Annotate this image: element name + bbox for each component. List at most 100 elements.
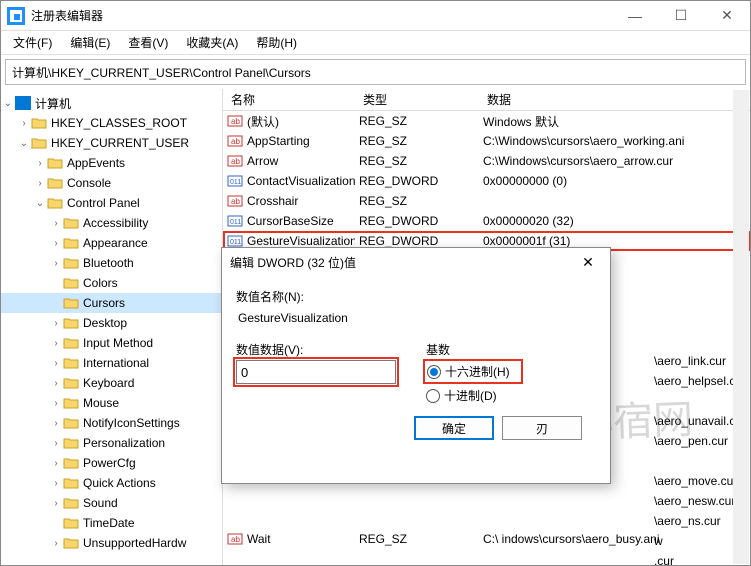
tree-label: TimeDate bbox=[83, 516, 135, 530]
dword-value-icon: 011 bbox=[227, 214, 243, 228]
menu-help[interactable]: 帮助(H) bbox=[248, 32, 305, 53]
expand-icon[interactable]: › bbox=[49, 258, 63, 269]
tree-item[interactable]: ›Colors bbox=[1, 273, 222, 293]
minimize-button[interactable]: — bbox=[612, 1, 658, 31]
list-item[interactable]: 011CursorBaseSizeREG_DWORD0x00000020 (32… bbox=[223, 211, 750, 231]
expand-icon[interactable]: › bbox=[49, 358, 63, 369]
list-item[interactable]: abAppStartingREG_SZC:\Windows\cursors\ae… bbox=[223, 131, 750, 151]
svg-text:ab: ab bbox=[231, 197, 240, 206]
expand-icon[interactable]: › bbox=[49, 418, 63, 429]
vertical-scrollbar[interactable] bbox=[733, 90, 749, 564]
tree-label: Console bbox=[67, 176, 111, 190]
ok-button[interactable]: 确定 bbox=[414, 416, 494, 440]
collapse-icon[interactable]: ⌄ bbox=[33, 198, 47, 209]
collapse-icon[interactable]: ⌄ bbox=[17, 138, 31, 149]
value-type: REG_SZ bbox=[355, 154, 479, 168]
tree-label: HKEY_CLASSES_ROOT bbox=[51, 116, 187, 130]
expand-icon[interactable]: › bbox=[49, 458, 63, 469]
cancel-button[interactable]: 刃 bbox=[502, 416, 582, 440]
folder-icon bbox=[63, 396, 79, 410]
tree-label: Cursors bbox=[83, 296, 125, 310]
close-button[interactable]: ✕ bbox=[704, 1, 750, 31]
svg-text:011: 011 bbox=[230, 179, 241, 186]
tree-item[interactable]: ›Mouse bbox=[1, 393, 222, 413]
list-item[interactable]: ab(默认)REG_SZWindows 默认 bbox=[223, 111, 750, 131]
titlebar[interactable]: 注册表编辑器 — ☐ ✕ bbox=[1, 1, 750, 31]
col-data[interactable]: 数据 bbox=[479, 91, 750, 108]
expand-icon[interactable]: › bbox=[49, 398, 63, 409]
col-type[interactable]: 类型 bbox=[355, 91, 479, 108]
value-data-input[interactable] bbox=[236, 360, 396, 384]
tree-item[interactable]: ›International bbox=[1, 353, 222, 373]
list-item[interactable]: abArrowREG_SZC:\Windows\cursors\aero_arr… bbox=[223, 151, 750, 171]
expand-icon[interactable]: › bbox=[49, 218, 63, 229]
expand-icon[interactable]: › bbox=[49, 538, 63, 549]
value-data-label: 数值数据(V): bbox=[236, 341, 406, 358]
value-type: REG_DWORD bbox=[355, 214, 479, 228]
expand-icon[interactable]: › bbox=[49, 378, 63, 389]
expand-icon[interactable]: › bbox=[49, 338, 63, 349]
tree-item[interactable]: ›Bluetooth bbox=[1, 253, 222, 273]
expand-icon[interactable]: › bbox=[33, 158, 47, 169]
folder-icon bbox=[63, 416, 79, 430]
value-data: C:\ indows\cursors\aero_busy.ani bbox=[479, 532, 750, 546]
tree-item[interactable]: ›Keyboard bbox=[1, 373, 222, 393]
expand-icon[interactable]: › bbox=[33, 178, 47, 189]
menu-favorites[interactable]: 收藏夹(A) bbox=[178, 32, 246, 53]
tree-pane[interactable]: ⌄ 计算机 › HKEY_CLASSES_ROOT ⌄ HKEY_CURRENT… bbox=[1, 89, 223, 565]
list-item[interactable]: 011ContactVisualizationREG_DWORD0x000000… bbox=[223, 171, 750, 191]
tree-item[interactable]: ›Personalization bbox=[1, 433, 222, 453]
tree-label: NotifyIconSettings bbox=[83, 416, 180, 430]
list-item[interactable]: ab Wait REG_SZ C:\ indows\cursors\aero_b… bbox=[223, 529, 750, 549]
tree-hkcr[interactable]: › HKEY_CLASSES_ROOT bbox=[1, 113, 222, 133]
folder-icon bbox=[47, 156, 63, 170]
folder-icon bbox=[63, 436, 79, 450]
tree-hkcu[interactable]: ⌄ HKEY_CURRENT_USER bbox=[1, 133, 222, 153]
value-list[interactable]: ab(默认)REG_SZWindows 默认abAppStartingREG_S… bbox=[223, 111, 750, 251]
tree-item[interactable]: ›Desktop bbox=[1, 313, 222, 333]
list-item[interactable]: abCrosshairREG_SZ bbox=[223, 191, 750, 211]
value-name: CursorBaseSize bbox=[247, 214, 334, 228]
folder-icon bbox=[63, 336, 79, 350]
collapse-icon[interactable]: ⌄ bbox=[1, 98, 15, 109]
radio-hex[interactable]: 十六进制(H) bbox=[426, 362, 520, 381]
menu-file[interactable]: 文件(F) bbox=[5, 32, 60, 53]
expand-icon[interactable]: › bbox=[49, 438, 63, 449]
menu-bar: 文件(F) 编辑(E) 查看(V) 收藏夹(A) 帮助(H) bbox=[1, 31, 750, 55]
tree-item[interactable]: ›PowerCfg bbox=[1, 453, 222, 473]
tree-item[interactable]: ›Cursors bbox=[1, 293, 222, 313]
tree-item[interactable]: ›Sound bbox=[1, 493, 222, 513]
dialog-close-button[interactable]: ✕ bbox=[574, 248, 602, 276]
menu-view[interactable]: 查看(V) bbox=[120, 32, 176, 53]
expand-icon[interactable]: › bbox=[49, 238, 63, 249]
svg-text:ab: ab bbox=[231, 157, 240, 166]
col-name[interactable]: 名称 bbox=[223, 91, 355, 108]
tree-appevents[interactable]: › AppEvents bbox=[1, 153, 222, 173]
menu-edit[interactable]: 编辑(E) bbox=[62, 32, 118, 53]
expand-icon[interactable]: › bbox=[17, 118, 31, 129]
expand-icon[interactable]: › bbox=[49, 478, 63, 489]
tree-item[interactable]: ›UnsupportedHardw bbox=[1, 533, 222, 553]
dialog-titlebar[interactable]: 编辑 DWORD (32 位)值 ✕ bbox=[222, 248, 610, 276]
maximize-button[interactable]: ☐ bbox=[658, 1, 704, 31]
tree-controlpanel[interactable]: ⌄ Control Panel bbox=[1, 193, 222, 213]
radio-icon bbox=[427, 365, 441, 379]
radio-dec[interactable]: 十进制(D) bbox=[426, 387, 596, 404]
edit-dword-dialog: 编辑 DWORD (32 位)值 ✕ 数值名称(N): GestureVisua… bbox=[221, 247, 611, 484]
tree-console[interactable]: › Console bbox=[1, 173, 222, 193]
value-type: REG_SZ bbox=[355, 134, 479, 148]
tree-item[interactable]: ›Quick Actions bbox=[1, 473, 222, 493]
value-name: Wait bbox=[247, 532, 271, 546]
tree-root[interactable]: ⌄ 计算机 bbox=[1, 93, 222, 113]
expand-icon[interactable]: › bbox=[49, 498, 63, 509]
address-bar[interactable]: 计算机\HKEY_CURRENT_USER\Control Panel\Curs… bbox=[5, 59, 746, 85]
address-text: 计算机\HKEY_CURRENT_USER\Control Panel\Curs… bbox=[12, 64, 311, 81]
tree-item[interactable]: ›Input Method bbox=[1, 333, 222, 353]
tree-item[interactable]: › NotifyIconSettings bbox=[1, 413, 222, 433]
tree-item[interactable]: ›Appearance bbox=[1, 233, 222, 253]
tree-label: 计算机 bbox=[35, 95, 71, 112]
value-name: Crosshair bbox=[247, 194, 298, 208]
expand-icon[interactable]: › bbox=[49, 318, 63, 329]
tree-item[interactable]: ›Accessibility bbox=[1, 213, 222, 233]
tree-item[interactable]: ›TimeDate bbox=[1, 513, 222, 533]
